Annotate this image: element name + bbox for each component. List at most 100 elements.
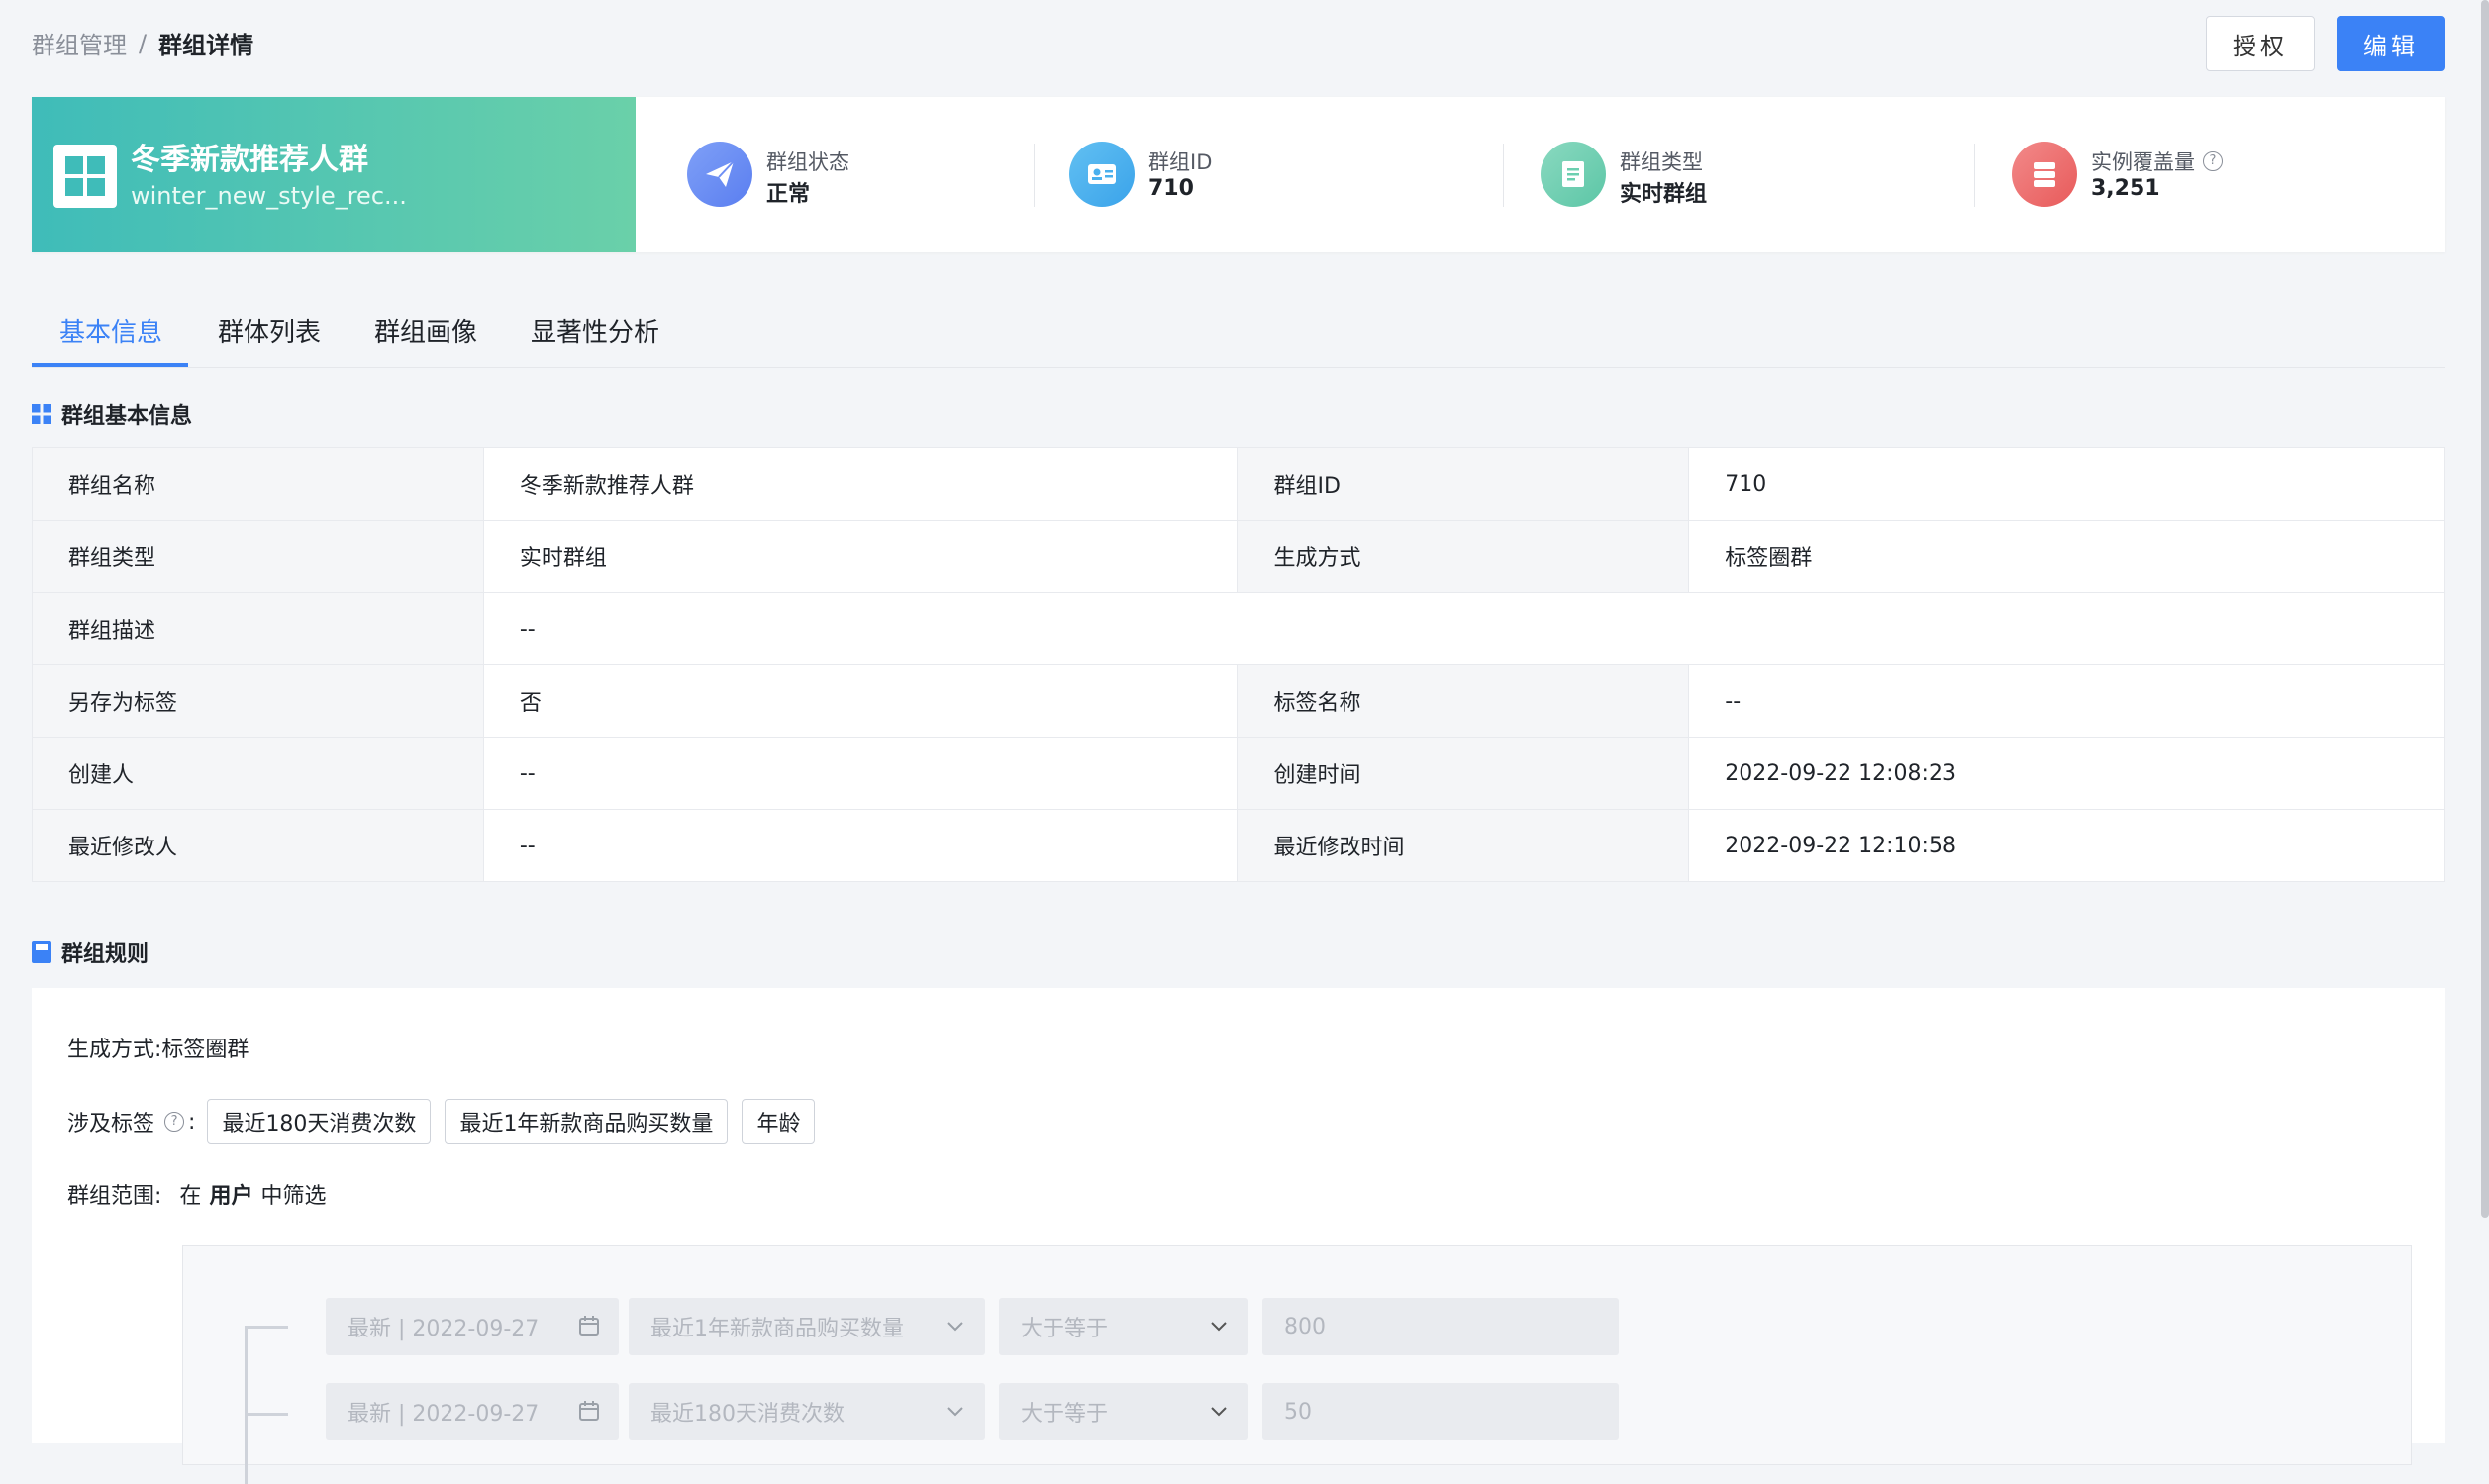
- chevron-down-icon: [1211, 1322, 1227, 1332]
- field-label: 群组名称: [32, 447, 484, 521]
- database-icon: [2012, 142, 2077, 207]
- rule-method: 生成方式: 标签圈群: [67, 1032, 249, 1063]
- basic-info-heading: 群组基本信息: [32, 398, 192, 430]
- condition-date-value: 最新 | 2022-09-27: [348, 1317, 540, 1341]
- condition-operator-select[interactable]: 大于等于: [999, 1298, 1248, 1355]
- document-icon: [1541, 142, 1606, 207]
- field-label: 创建时间: [1237, 737, 1690, 810]
- stat-value: 正常: [766, 182, 811, 207]
- breadcrumb-separator: /: [139, 29, 148, 57]
- field-value: 2022-09-22 12:10:58: [1688, 809, 2445, 882]
- rules-title: 群组规则: [61, 942, 149, 967]
- field-label: 另存为标签: [32, 664, 484, 738]
- condition-tag-value: 最近1年新款商品购买数量: [650, 1317, 904, 1341]
- rule-scope-entity: 用户: [209, 1184, 253, 1209]
- rule-tags-colon: :: [188, 1109, 196, 1135]
- group-summary-card: 冬季新款推荐人群 winter_new_style_rec... 群组状态 正常…: [32, 97, 2445, 252]
- group-hero: 冬季新款推荐人群 winter_new_style_rec...: [32, 97, 636, 252]
- calendar-icon: [579, 1401, 599, 1421]
- condition-date-picker[interactable]: 最新 | 2022-09-27: [326, 1383, 619, 1440]
- grid-icon: [53, 145, 117, 208]
- edit-button[interactable]: 编辑: [2337, 16, 2445, 71]
- field-value: --: [482, 809, 1239, 882]
- page-scrollbar[interactable]: [2481, 0, 2489, 1218]
- stat-divider: [1974, 144, 1975, 207]
- rules-panel: 生成方式: 标签圈群 涉及标签 ? : 最近180天消费次数 最近1年新款商品购…: [32, 988, 2445, 1484]
- stat-label: 群组类型: [1620, 150, 1703, 174]
- help-icon[interactable]: ?: [164, 1112, 185, 1132]
- tag-chip: 最近180天消费次数: [207, 1099, 432, 1144]
- stat-label: 群组状态: [766, 150, 849, 174]
- rule-scope-label: 群组范围:: [67, 1184, 162, 1209]
- field-value: --: [1688, 664, 2445, 738]
- field-value: 冬季新款推荐人群: [482, 447, 1239, 521]
- field-value: 否: [482, 664, 1239, 738]
- field-value: 实时群组: [482, 520, 1239, 593]
- table-row: 最近修改人 -- 最近修改时间 2022-09-22 12:10:58: [32, 809, 2445, 882]
- breadcrumb-current: 群组详情: [158, 32, 254, 59]
- condition-date-picker[interactable]: 最新 | 2022-09-27: [326, 1298, 619, 1355]
- table-row: 群组名称 冬季新款推荐人群 群组ID 710: [32, 447, 2445, 521]
- condition-tree-line: [245, 1326, 248, 1484]
- chevron-down-icon: [1211, 1407, 1227, 1417]
- condition-value-input[interactable]: 50: [1262, 1383, 1619, 1440]
- rule-tags-label: 涉及标签: [67, 1112, 155, 1137]
- condition-value-input[interactable]: 800: [1262, 1298, 1619, 1355]
- stat-label-text: 实例覆盖量: [2091, 150, 2195, 174]
- field-label: 标签名称: [1237, 664, 1690, 738]
- group-title: 冬季新款推荐人群: [131, 143, 368, 177]
- field-label: 生成方式: [1237, 520, 1690, 593]
- condition-operator-select[interactable]: 大于等于: [999, 1383, 1248, 1440]
- field-label: 群组描述: [32, 592, 484, 665]
- detail-tabs: 基本信息 群体列表 群组画像 显著性分析: [32, 302, 2445, 368]
- tab-group-list[interactable]: 群体列表: [218, 312, 321, 348]
- rule-method-label: 生成方式:: [67, 1038, 162, 1062]
- tag-chip: 最近1年新款商品购买数量: [445, 1099, 729, 1144]
- stat-label: 群组ID: [1148, 150, 1213, 174]
- table-row: 群组类型 实时群组 生成方式 标签圈群: [32, 520, 2445, 593]
- bookmark-icon: [32, 941, 51, 963]
- calendar-icon: [579, 1316, 599, 1336]
- rule-scope-post: 中筛选: [260, 1184, 327, 1209]
- help-icon[interactable]: ?: [2203, 151, 2223, 171]
- field-value: 710: [1688, 447, 2445, 521]
- table-row: 群组描述 --: [32, 592, 2446, 665]
- rules-heading: 群组规则: [32, 937, 149, 968]
- chevron-down-icon: [947, 1322, 963, 1332]
- field-label: 群组ID: [1237, 447, 1690, 521]
- condition-date-value: 最新 | 2022-09-27: [348, 1402, 540, 1427]
- tab-basic-info[interactable]: 基本信息: [59, 312, 162, 348]
- tag-chip: 年龄: [742, 1099, 816, 1144]
- field-label: 最近修改人: [32, 809, 484, 882]
- tab-active-indicator: [32, 363, 188, 367]
- condition-tag-select[interactable]: 最近180天消费次数: [629, 1383, 985, 1440]
- field-label: 最近修改时间: [1237, 809, 1690, 882]
- tab-group-portrait[interactable]: 群组画像: [374, 312, 477, 348]
- stat-value: 3,251: [2091, 176, 2160, 201]
- basic-info-table: 群组名称 冬季新款推荐人群 群组ID 710 群组类型 实时群组 生成方式 标签…: [32, 447, 2446, 882]
- grid-small-icon: [32, 404, 51, 424]
- stat-divider: [1503, 144, 1504, 207]
- condition-tree-branch: [245, 1326, 288, 1329]
- table-row: 创建人 -- 创建时间 2022-09-22 12:08:23: [32, 737, 2445, 810]
- field-value: 2022-09-22 12:08:23: [1688, 737, 2445, 810]
- rule-scope-pre: 在: [179, 1184, 202, 1209]
- rule-scope: 群组范围: 在 用户 中筛选: [67, 1178, 326, 1210]
- breadcrumb-parent-link[interactable]: 群组管理: [32, 26, 127, 60]
- stat-value: 710: [1148, 176, 1194, 201]
- condition-tag-select[interactable]: 最近1年新款商品购买数量: [629, 1298, 985, 1355]
- condition-tag-value: 最近180天消费次数: [650, 1402, 845, 1427]
- field-label: 创建人: [32, 737, 484, 810]
- tab-significance-analysis[interactable]: 显著性分析: [531, 312, 659, 348]
- condition-builder: 最新 | 2022-09-27 最近1年新款商品购买数量 大于等于 800 最新…: [182, 1245, 2412, 1484]
- stat-value: 实时群组: [1620, 182, 1708, 207]
- chevron-down-icon: [947, 1407, 963, 1417]
- condition-operator-value: 大于等于: [1021, 1317, 1109, 1341]
- group-code: winter_new_style_rec...: [131, 182, 407, 210]
- stat-divider: [1034, 144, 1035, 207]
- paper-plane-icon: [687, 142, 752, 207]
- rule-method-value: 标签圈群: [161, 1038, 249, 1062]
- field-label: 群组类型: [32, 520, 484, 593]
- authorize-button[interactable]: 授权: [2206, 16, 2315, 71]
- stat-label: 实例覆盖量 ?: [2091, 147, 2223, 176]
